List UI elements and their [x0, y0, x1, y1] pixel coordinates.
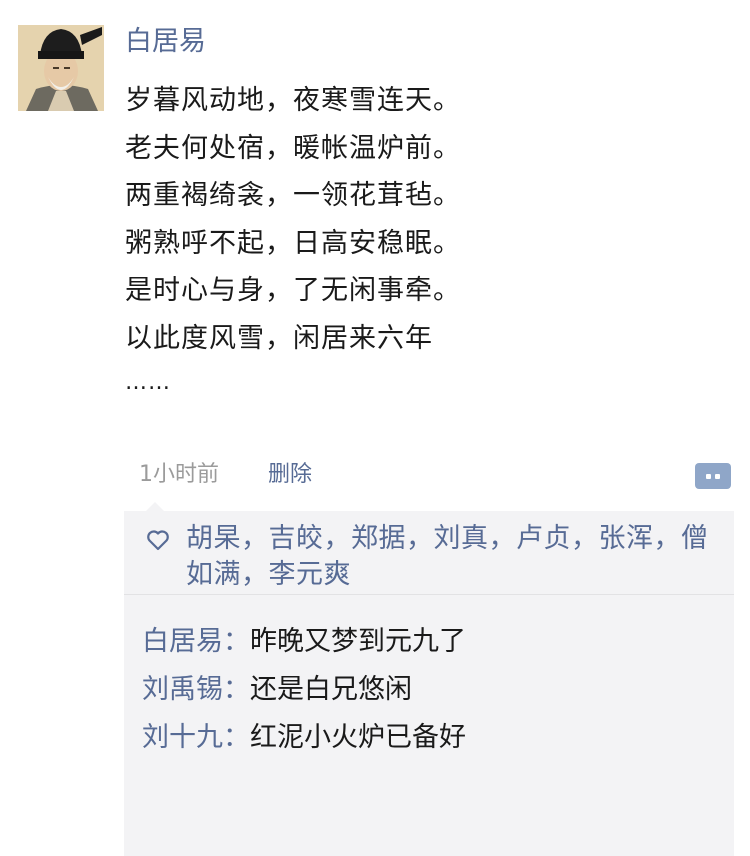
- comment-author[interactable]: 刘禹锡: [142, 674, 223, 705]
- post-content: 岁暮风动地，夜寒雪连天。 老夫何处宿，暖帐温炉前。 两重褐绮衾，一领花茸毡。 粥…: [125, 77, 461, 362]
- poem-line: 是时心与身，了无闲事牵。: [125, 275, 461, 306]
- poem-line: 岁暮风动地，夜寒雪连天。: [125, 85, 461, 116]
- comment-text: 还是白兄悠闲: [250, 674, 412, 705]
- comment-colon: ：: [223, 626, 250, 657]
- comment-text: 红泥小火炉已备好: [250, 722, 466, 753]
- comment-item[interactable]: 刘禹锡：还是白兄悠闲: [142, 666, 466, 714]
- post-timestamp: 1小时前: [139, 462, 219, 487]
- poem-line: 以此度风雪，闲居来六年: [125, 322, 433, 354]
- poem-line: 粥熟呼不起，日高安稳眠。: [125, 227, 461, 259]
- avatar[interactable]: [18, 25, 104, 111]
- dot-icon: [715, 474, 720, 479]
- poem-line: 两重褐绮衾，一领花茸毡。: [125, 180, 461, 211]
- comment-item[interactable]: 白居易：昨晚又梦到元九了: [142, 618, 466, 666]
- dot-icon: [706, 474, 711, 479]
- portrait-avatar-icon: [18, 25, 104, 111]
- likes-row: 胡杲，吉皎，郑据，刘真，卢贞，张浑，僧如满，李元爽: [124, 511, 734, 595]
- comment-text: 昨晚又梦到元九了: [250, 626, 466, 657]
- interaction-panel: 胡杲，吉皎，郑据，刘真，卢贞，张浑，僧如满，李元爽 白居易：昨晚又梦到元九了 刘…: [124, 502, 734, 856]
- likes-names[interactable]: 胡杲，吉皎，郑据，刘真，卢贞，张浑，僧如满，李元爽: [186, 521, 726, 593]
- delete-button[interactable]: 删除: [268, 460, 312, 490]
- comments-list: 白居易：昨晚又梦到元九了 刘禹锡：还是白兄悠闲 刘十九：红泥小火炉已备好: [142, 618, 466, 762]
- post-ellipsis: ……: [125, 370, 171, 395]
- comment-colon: ：: [223, 722, 250, 753]
- comment-colon: ：: [223, 674, 250, 705]
- comment-author[interactable]: 白居易: [142, 626, 223, 657]
- post-author-name[interactable]: 白居易: [125, 22, 206, 62]
- comment-item[interactable]: 刘十九：红泥小火炉已备好: [142, 714, 466, 762]
- more-dots-icon[interactable]: [695, 463, 731, 489]
- comment-author[interactable]: 刘十九: [142, 722, 223, 753]
- poem-line: 老夫何处宿，暖帐温炉前。: [125, 132, 461, 164]
- heart-outline-icon: [147, 530, 169, 551]
